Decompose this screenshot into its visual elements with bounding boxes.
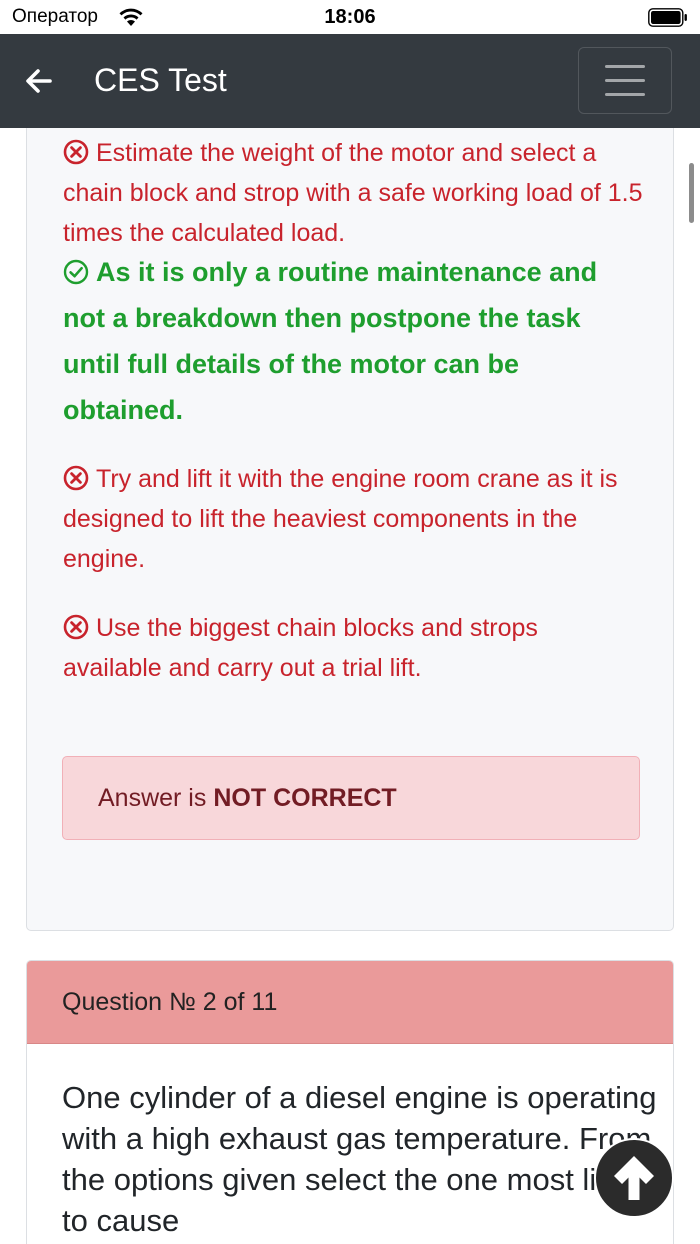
answer-text: Use the biggest chain blocks and strops …: [63, 614, 538, 682]
question-card-2: Question № 2 of 11 One cylinder of a die…: [26, 960, 674, 1244]
arrow-left-icon: [26, 69, 52, 93]
answer-option[interactable]: Use the biggest chain blocks and strops …: [63, 608, 643, 688]
result-alert: Answer is NOT CORRECT: [62, 756, 640, 840]
hamburger-icon: [605, 93, 645, 96]
hamburger-icon: [605, 65, 645, 68]
page-title: CES Test: [94, 62, 227, 98]
x-circle-icon: [63, 614, 89, 640]
check-circle-icon: [63, 259, 89, 285]
answer-option-correct[interactable]: As it is only a routine maintenance and …: [63, 249, 643, 433]
question-card-1: Estimate the weight of the motor and sel…: [26, 128, 674, 931]
question-number: Question № 2 of 11: [62, 987, 278, 1016]
result-prefix: Answer is: [98, 783, 207, 812]
status-bar: Оператор 18:06: [0, 0, 700, 34]
clock: 18:06: [324, 6, 376, 28]
scroll-to-top-button[interactable]: [594, 1138, 674, 1218]
hamburger-icon: [605, 79, 645, 82]
back-button[interactable]: [22, 64, 56, 98]
answer-text: Try and lift it with the engine room cra…: [63, 465, 618, 573]
answer-text: As it is only a routine maintenance and …: [63, 257, 598, 425]
answer-option[interactable]: Estimate the weight of the motor and sel…: [63, 133, 643, 253]
answer-option[interactable]: Try and lift it with the engine room cra…: [63, 459, 643, 579]
main-content[interactable]: Estimate the weight of the motor and sel…: [0, 128, 700, 1244]
scrollbar[interactable]: [689, 163, 694, 223]
top-navbar: CES Test: [0, 34, 700, 128]
battery-icon: [648, 8, 687, 27]
question-header: Question № 2 of 11: [27, 961, 673, 1044]
result-value: NOT CORRECT: [213, 783, 397, 812]
question-text: One cylinder of a diesel engine is opera…: [62, 1080, 657, 1238]
arrow-up-icon: [614, 1156, 654, 1200]
answer-text: Estimate the weight of the motor and sel…: [63, 139, 643, 247]
x-circle-icon: [63, 465, 89, 491]
menu-toggle-button[interactable]: [578, 47, 672, 114]
x-circle-icon: [63, 139, 89, 165]
